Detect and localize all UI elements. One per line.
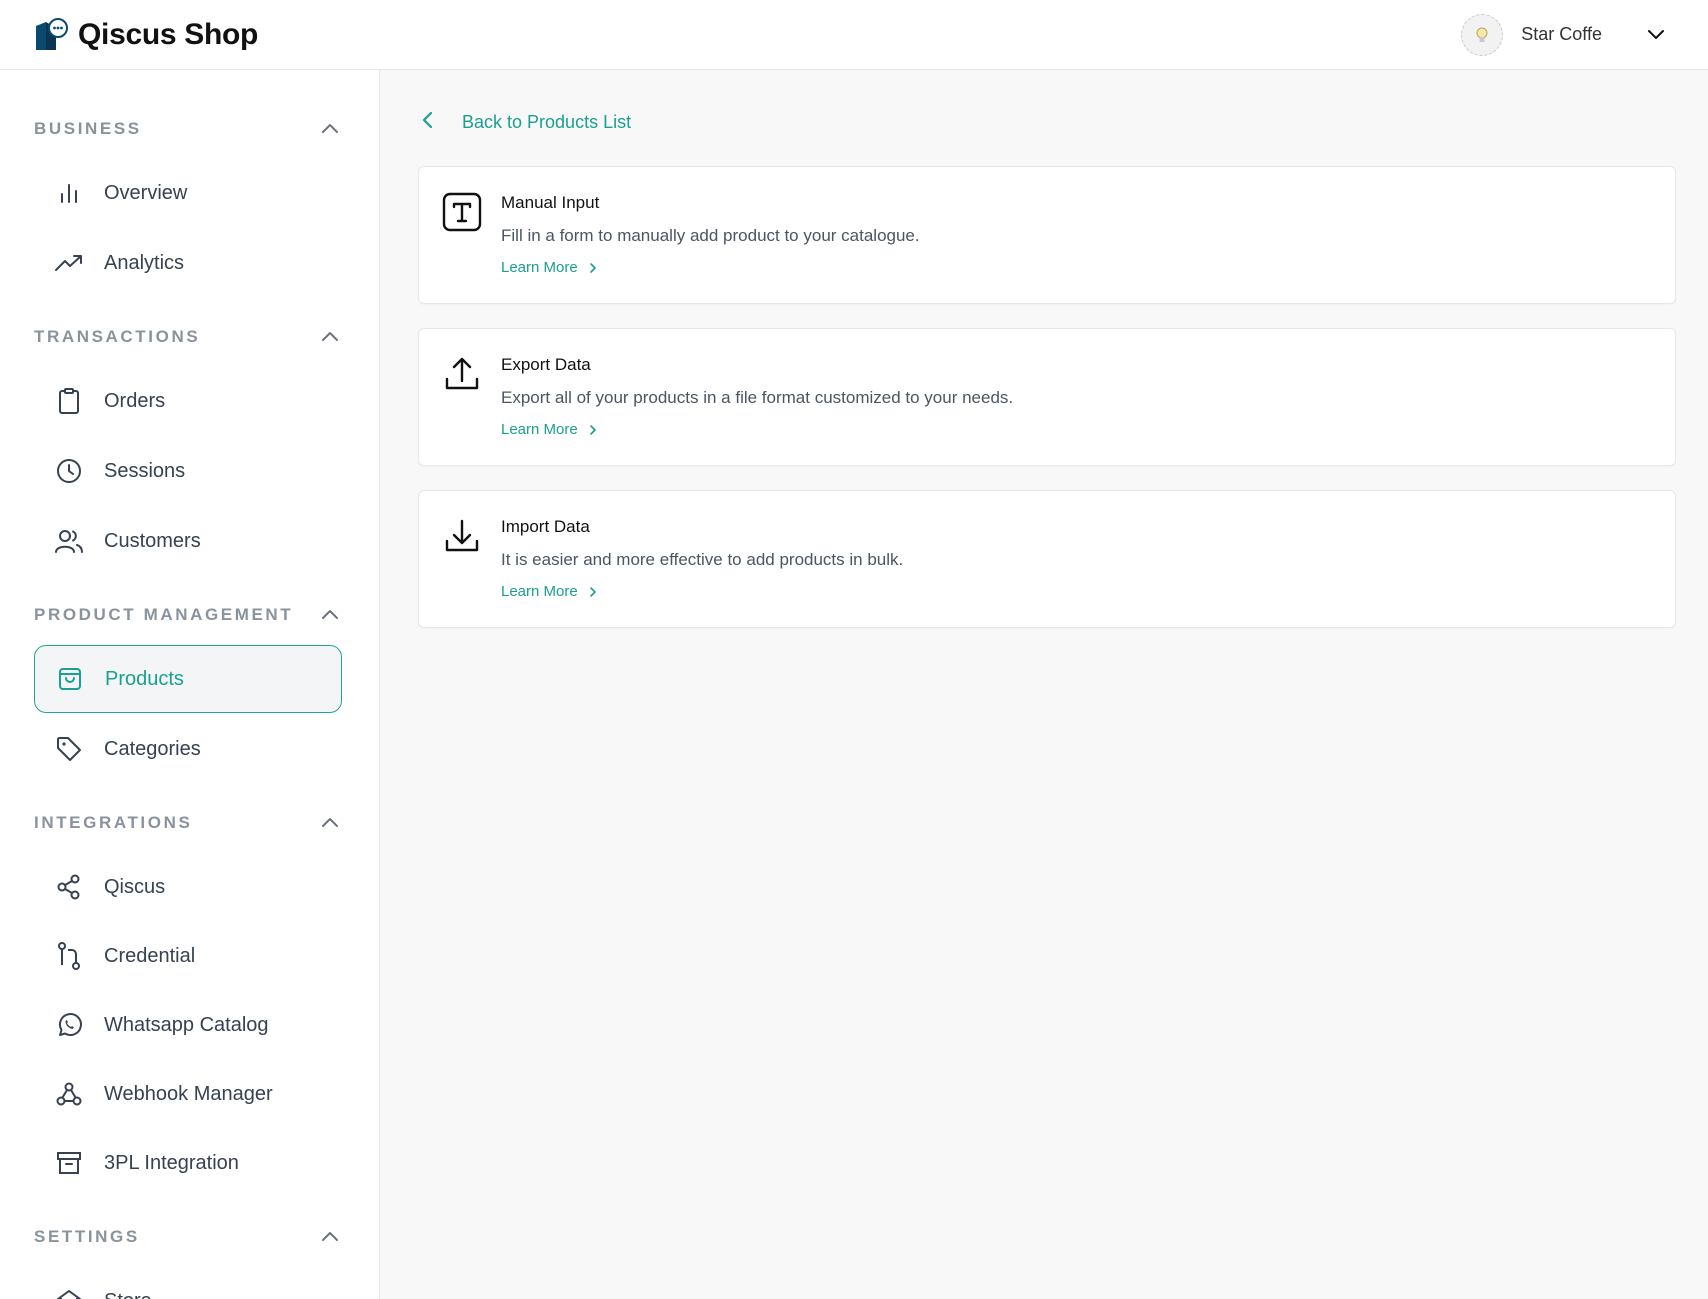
section-title: INTEGRATIONS [34, 813, 193, 832]
sidebar-item-label: Analytics [104, 251, 185, 274]
webhook-icon [54, 1079, 84, 1109]
top-bar: Qiscus Shop Star Coffe [0, 0, 1708, 70]
sidebar-item-label: Credential [104, 944, 196, 967]
sidebar-item-label: Overview [104, 181, 188, 204]
sidebar-item-label: 3PL Integration [104, 1151, 239, 1174]
learn-more-label: Learn More [501, 259, 578, 276]
text-box-icon [441, 191, 483, 233]
sidebar-item-sessions[interactable]: Sessions [34, 437, 342, 505]
sidebar-item-qiscus[interactable]: Qiscus [34, 853, 342, 921]
sidebar-item-products[interactable]: Products [34, 645, 342, 713]
learn-more-label: Learn More [501, 421, 578, 438]
sidebar-item-analytics[interactable]: Analytics [34, 229, 342, 297]
chevron-up-icon[interactable] [318, 117, 342, 141]
clipboard-icon [54, 386, 84, 416]
chevron-right-icon [589, 424, 596, 435]
card-title: Manual Input [501, 193, 600, 212]
sidebar-item-whatsapp-catalog[interactable]: Whatsapp Catalog [34, 991, 342, 1059]
back-to-products-link[interactable]: Back to Products List [420, 108, 631, 136]
section-transactions[interactable]: TRANSACTIONS [34, 323, 342, 351]
chevron-up-icon[interactable] [318, 1225, 342, 1249]
chevron-right-icon [589, 262, 596, 273]
store-icon [54, 1286, 84, 1299]
users-icon [54, 526, 84, 556]
trending-up-icon [54, 248, 84, 278]
sidebar-item-label: Qiscus [104, 875, 166, 898]
section-integrations[interactable]: INTEGRATIONS [34, 809, 342, 837]
chevron-left-icon [420, 110, 436, 135]
bar-chart-icon [54, 178, 84, 208]
section-business[interactable]: BUSINESS [34, 115, 342, 143]
avatar[interactable] [1461, 13, 1504, 56]
export-data-card[interactable]: Export Data Export all of your products … [418, 328, 1676, 466]
tag-icon [54, 734, 84, 764]
user-menu[interactable]: Star Coffe [1461, 13, 1668, 56]
sidebar-item-label: Store [104, 1290, 152, 1299]
sidebar-item-store[interactable]: Store [34, 1267, 342, 1299]
back-link-label: Back to Products List [462, 111, 632, 132]
card-title: Export Data [501, 355, 591, 374]
card-title: Import Data [501, 517, 590, 536]
card-description: It is easier and more effective to add p… [501, 550, 904, 569]
sidebar-item-credential[interactable]: Credential [34, 922, 342, 990]
whatsapp-icon [54, 1010, 84, 1040]
section-title: TRANSACTIONS [34, 327, 201, 346]
sidebar-item-overview[interactable]: Overview [34, 159, 342, 227]
section-title: SETTINGS [34, 1227, 140, 1246]
card-description: Fill in a form to manually add product t… [501, 226, 920, 245]
sidebar-item-label: Customers [104, 529, 201, 552]
clock-icon [54, 456, 84, 486]
upload-icon [441, 353, 483, 395]
sidebar-item-label: Sessions [104, 459, 186, 482]
chevron-up-icon[interactable] [318, 811, 342, 835]
sidebar-item-orders[interactable]: Orders [34, 367, 342, 435]
brand[interactable]: Qiscus Shop [34, 17, 259, 52]
sidebar-item-categories[interactable]: Categories [34, 715, 342, 783]
chevron-down-icon[interactable] [1644, 23, 1668, 47]
download-icon [441, 515, 483, 557]
section-title: PRODUCT MANAGEMENT [34, 605, 294, 624]
user-name[interactable]: Star Coffe [1521, 24, 1602, 45]
sidebar: BUSINESS Overview Analytics TRANSACTIONS… [0, 70, 380, 1299]
learn-more-link[interactable]: Learn More [501, 259, 598, 276]
learn-more-label: Learn More [501, 583, 578, 600]
shopping-bag-icon [55, 664, 85, 694]
chevron-up-icon[interactable] [318, 603, 342, 627]
sidebar-item-3pl-integration[interactable]: 3PL Integration [34, 1129, 342, 1197]
chevron-right-icon [589, 586, 596, 597]
chevron-up-icon[interactable] [318, 325, 342, 349]
sidebar-item-label: Categories [104, 737, 201, 760]
sidebar-item-label: Orders [104, 389, 166, 412]
sidebar-item-label: Webhook Manager [104, 1082, 273, 1105]
share-icon [54, 872, 84, 902]
git-pull-icon [54, 941, 84, 971]
section-product-management[interactable]: PRODUCT MANAGEMENT [34, 601, 342, 629]
learn-more-link[interactable]: Learn More [501, 421, 598, 438]
avatar-bulb-icon [1476, 27, 1488, 42]
section-title: BUSINESS [34, 119, 142, 138]
section-settings[interactable]: SETTINGS [34, 1223, 342, 1251]
import-data-card[interactable]: Import Data It is easier and more effect… [418, 490, 1676, 628]
learn-more-link[interactable]: Learn More [501, 583, 598, 600]
brand-name: Qiscus Shop [78, 17, 259, 51]
sidebar-item-customers[interactable]: Customers [34, 507, 342, 575]
manual-input-card[interactable]: Manual Input Fill in a form to manually … [418, 166, 1676, 304]
sidebar-item-label: Whatsapp Catalog [104, 1013, 269, 1036]
archive-icon [54, 1148, 84, 1178]
card-description: Export all of your products in a file fo… [501, 388, 1014, 407]
qiscus-logo-icon [36, 17, 68, 50]
sidebar-item-label: Products [105, 667, 184, 690]
sidebar-item-webhook-manager[interactable]: Webhook Manager [34, 1060, 342, 1128]
